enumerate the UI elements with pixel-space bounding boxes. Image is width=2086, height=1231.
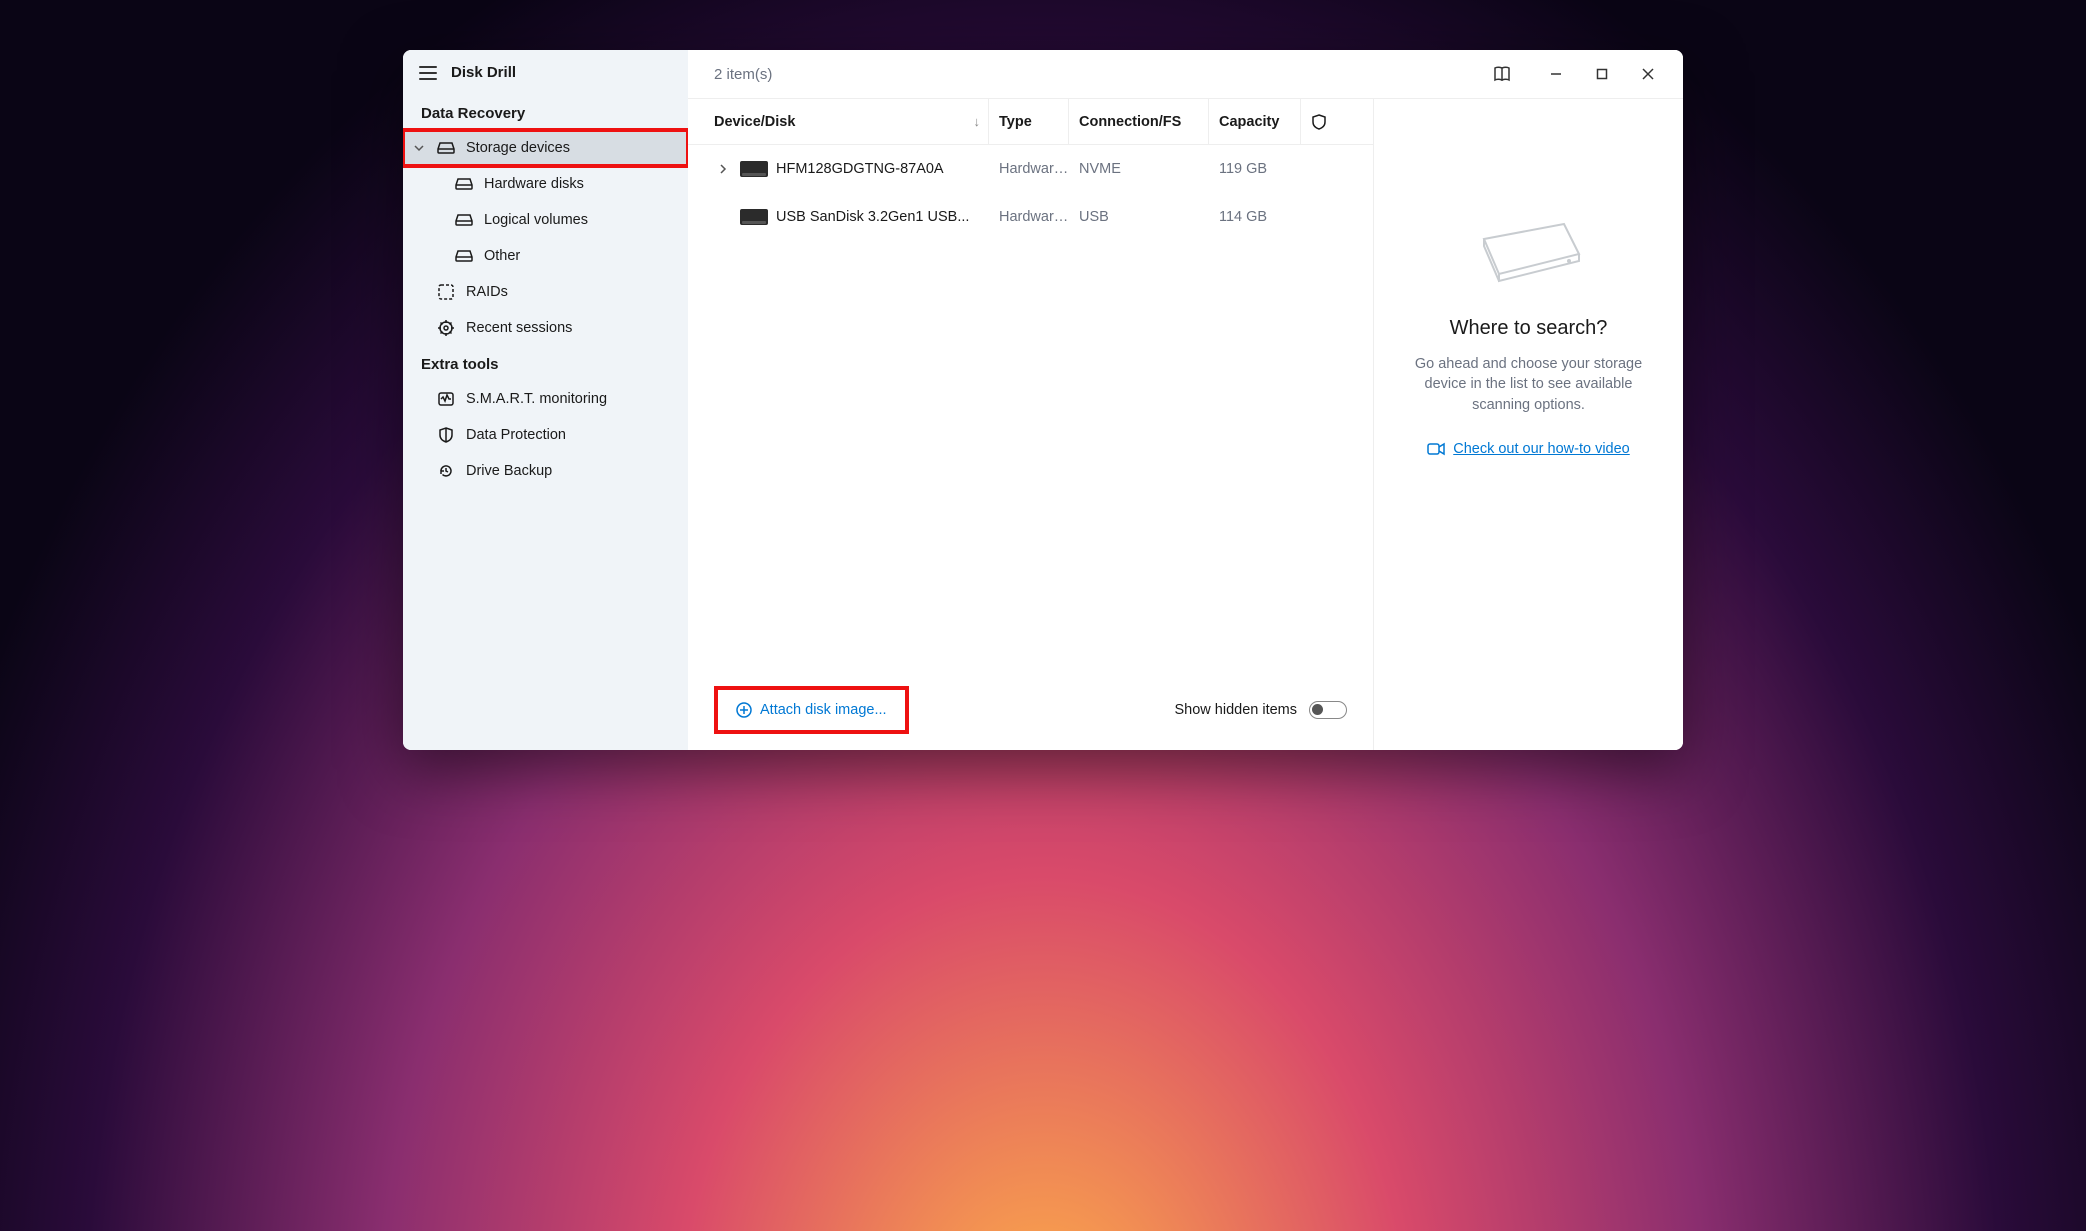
column-capacity-label: Capacity	[1219, 114, 1279, 130]
column-connection[interactable]: Connection/FS	[1069, 99, 1209, 144]
sidebar-item-raids[interactable]: RAIDs	[403, 274, 688, 310]
minimize-button[interactable]	[1533, 58, 1579, 90]
disk-icon	[437, 139, 455, 157]
device-cell: HFM128GDGTNG-87A0A	[714, 161, 989, 177]
sidebar-item-label: Drive Backup	[466, 463, 552, 479]
show-hidden-label: Show hidden items	[1174, 702, 1297, 718]
show-hidden-control: Show hidden items	[1174, 701, 1347, 719]
plus-circle-icon	[736, 702, 752, 718]
sidebar-item-label: S.M.A.R.T. monitoring	[466, 391, 607, 407]
history-icon	[437, 462, 455, 480]
device-rows: HFM128GDGTNG-87A0A Hardware... NVME 119 …	[688, 145, 1373, 674]
raid-icon	[437, 283, 455, 301]
maximize-button[interactable]	[1579, 58, 1625, 90]
column-device-label: Device/Disk	[714, 114, 795, 130]
sidebar-item-label: Other	[484, 248, 520, 264]
close-button[interactable]	[1625, 58, 1671, 90]
sort-arrow-icon: ↓	[974, 114, 981, 129]
device-name: USB SanDisk 3.2Gen1 USB...	[776, 209, 969, 225]
sidebar-item-storage-devices[interactable]: Storage devices	[403, 130, 688, 166]
device-row[interactable]: HFM128GDGTNG-87A0A Hardware... NVME 119 …	[688, 145, 1373, 193]
device-capacity: 119 GB	[1209, 161, 1301, 177]
right-panel: Where to search? Go ahead and choose you…	[1373, 99, 1683, 750]
show-hidden-toggle[interactable]	[1309, 701, 1347, 719]
device-list-area: Device/Disk ↓ Type Connection/FS Capacit…	[688, 99, 1373, 750]
attach-label: Attach disk image...	[760, 702, 887, 718]
device-type: Hardware...	[989, 209, 1069, 225]
sidebar: Disk Drill Data Recovery Storage devices…	[403, 50, 688, 750]
hamburger-icon[interactable]	[419, 66, 437, 80]
main-footer: Attach disk image... Show hidden items	[688, 674, 1373, 750]
sidebar-item-label: Storage devices	[466, 140, 570, 156]
sidebar-item-data-protection[interactable]: Data Protection	[403, 417, 688, 453]
right-title: Where to search?	[1450, 317, 1608, 340]
shield-icon	[1312, 114, 1326, 130]
sidebar-header: Disk Drill	[403, 50, 688, 95]
sidebar-item-other[interactable]: Other	[403, 238, 688, 274]
main-panel: 2 item(s) Device/Disk ↓ Type Connection/…	[688, 50, 1683, 750]
sidebar-item-label: Logical volumes	[484, 212, 588, 228]
disk-icon	[455, 211, 473, 229]
sidebar-item-hardware-disks[interactable]: Hardware disks	[403, 166, 688, 202]
device-capacity: 114 GB	[1209, 209, 1301, 225]
right-text: Go ahead and choose your storage device …	[1398, 354, 1659, 415]
sidebar-item-drive-backup[interactable]: Drive Backup	[403, 453, 688, 489]
sidebar-item-recent-sessions[interactable]: Recent sessions	[403, 310, 688, 346]
window-controls	[1479, 58, 1671, 90]
sidebar-item-label: RAIDs	[466, 284, 508, 300]
device-row[interactable]: USB SanDisk 3.2Gen1 USB... Hardware... U…	[688, 193, 1373, 241]
sidebar-item-logical-volumes[interactable]: Logical volumes	[403, 202, 688, 238]
sidebar-item-label: Hardware disks	[484, 176, 584, 192]
section-data-recovery: Data Recovery	[403, 95, 688, 130]
gear-icon	[437, 319, 455, 337]
column-type-label: Type	[999, 114, 1032, 130]
sidebar-item-label: Recent sessions	[466, 320, 572, 336]
column-capacity[interactable]: Capacity	[1209, 99, 1301, 144]
device-type: Hardware...	[989, 161, 1069, 177]
device-connection: USB	[1069, 209, 1209, 225]
main-header: 2 item(s)	[688, 50, 1683, 99]
chevron-down-icon	[414, 143, 424, 153]
column-connection-label: Connection/FS	[1079, 114, 1181, 130]
video-camera-icon	[1427, 442, 1445, 456]
video-link-label: Check out our how-to video	[1453, 441, 1630, 457]
disk-icon	[455, 175, 473, 193]
drive-illustration-icon	[1469, 219, 1589, 289]
device-name: HFM128GDGTNG-87A0A	[776, 161, 944, 177]
column-type[interactable]: Type	[989, 99, 1069, 144]
sidebar-item-smart[interactable]: S.M.A.R.T. monitoring	[403, 381, 688, 417]
chevron-right-icon[interactable]	[714, 164, 732, 174]
column-headers: Device/Disk ↓ Type Connection/FS Capacit…	[688, 99, 1373, 145]
device-cell: USB SanDisk 3.2Gen1 USB...	[714, 209, 989, 225]
activity-icon	[437, 390, 455, 408]
disk-icon	[455, 247, 473, 265]
device-connection: NVME	[1069, 161, 1209, 177]
main-body: Device/Disk ↓ Type Connection/FS Capacit…	[688, 99, 1683, 750]
section-extra-tools: Extra tools	[403, 346, 688, 381]
column-protection[interactable]	[1301, 114, 1337, 130]
sidebar-item-label: Data Protection	[466, 427, 566, 443]
shield-icon	[437, 426, 455, 444]
help-book-icon[interactable]	[1479, 58, 1525, 90]
drive-image-icon	[740, 209, 768, 225]
app-title: Disk Drill	[451, 64, 516, 81]
howto-video-link[interactable]: Check out our how-to video	[1427, 441, 1630, 457]
drive-image-icon	[740, 161, 768, 177]
attach-disk-image-button[interactable]: Attach disk image...	[722, 694, 901, 726]
attach-highlight: Attach disk image...	[714, 686, 909, 734]
column-device[interactable]: Device/Disk ↓	[714, 99, 989, 144]
items-count: 2 item(s)	[714, 66, 772, 83]
app-window: Disk Drill Data Recovery Storage devices…	[403, 50, 1683, 750]
